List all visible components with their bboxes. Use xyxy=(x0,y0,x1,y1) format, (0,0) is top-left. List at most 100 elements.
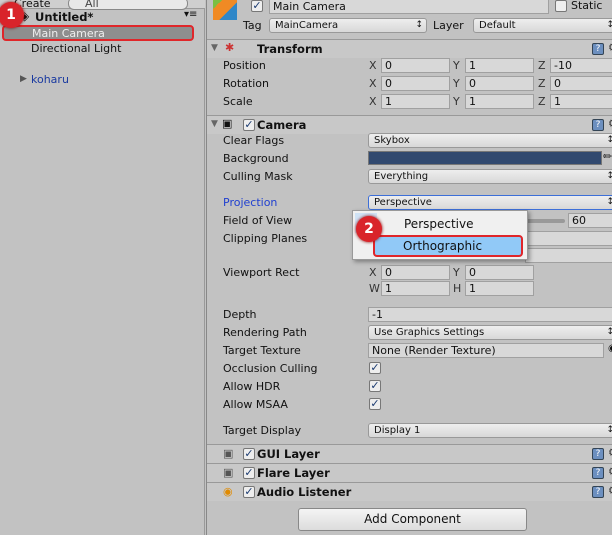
near-field[interactable] xyxy=(525,231,612,246)
axis-z-label: Z xyxy=(538,95,546,108)
transform-z-field[interactable]: 0 xyxy=(550,76,612,91)
menu-option-orthographic[interactable]: Orthographic xyxy=(373,235,523,257)
gear-icon[interactable]: ⚙ xyxy=(608,484,612,497)
gui-layer-icon: ▣ xyxy=(223,447,234,460)
gui-layer-checkbox[interactable]: ✓ xyxy=(243,448,255,460)
tag-dropdown[interactable]: MainCamera xyxy=(269,18,427,33)
rendering-path-label: Rendering Path xyxy=(223,326,307,339)
viewport-rect-label: Viewport Rect xyxy=(223,266,300,279)
transform-z-field[interactable]: 1 xyxy=(550,94,612,109)
hierarchy-item-koharu[interactable]: koharu xyxy=(31,73,69,86)
scene-name: Untitled* xyxy=(35,10,94,24)
fold-arrow-icon[interactable]: ▼ xyxy=(211,119,218,129)
hierarchy-item-directional-light[interactable]: Directional Light xyxy=(31,42,121,55)
viewport-y-field[interactable]: 0 xyxy=(465,265,534,280)
audio-listener-icon: ◉ xyxy=(223,485,233,498)
transform-row-label: Rotation xyxy=(223,77,270,90)
rendering-path-dropdown[interactable]: Use Graphics Settings xyxy=(368,325,612,340)
camera-icon: ▣ xyxy=(222,117,233,130)
gear-icon[interactable]: ⚙ xyxy=(608,41,612,54)
viewport-w-field[interactable]: 1 xyxy=(381,281,450,296)
clear-flags-dropdown[interactable]: Skybox xyxy=(368,133,612,148)
camera-header[interactable]: ▼ ▣ ✓ Camera ? ⚙ xyxy=(207,115,612,134)
transform-y-field[interactable]: 1 xyxy=(465,94,534,109)
scene-header[interactable]: ◈ Untitled* ▾≡ xyxy=(0,8,205,25)
fold-arrow-icon[interactable]: ▼ xyxy=(211,43,218,53)
axis-x-label: X xyxy=(369,266,377,279)
clipping-planes-label: Clipping Planes xyxy=(223,232,308,245)
hierarchy-item-main-camera[interactable]: Main Camera xyxy=(2,25,194,41)
inspector-panel: ✓ Main Camera Static Tag MainCamera Laye… xyxy=(206,0,612,535)
gear-icon[interactable]: ⚙ xyxy=(608,465,612,478)
name-field[interactable]: Main Camera xyxy=(269,0,549,14)
viewport-x-field[interactable]: 0 xyxy=(381,265,450,280)
help-icon[interactable]: ? xyxy=(592,467,604,479)
camera-enabled-checkbox[interactable]: ✓ xyxy=(243,119,255,131)
allow-msaa-checkbox[interactable]: ✓ xyxy=(369,398,381,410)
layer-label: Layer xyxy=(433,19,464,32)
occlusion-culling-checkbox[interactable]: ✓ xyxy=(369,362,381,374)
depth-label: Depth xyxy=(223,308,257,321)
flare-layer-title: Flare Layer xyxy=(257,466,330,480)
tag-label: Tag xyxy=(243,19,262,32)
transform-header[interactable]: ▼ ✱ Transform ? ⚙ xyxy=(207,39,612,58)
fov-field[interactable]: 60 xyxy=(568,213,612,228)
axis-x-label: X xyxy=(369,77,377,90)
projection-dropdown[interactable]: Perspective xyxy=(368,195,612,210)
active-checkbox[interactable]: ✓ xyxy=(251,0,263,12)
help-icon[interactable]: ? xyxy=(592,43,604,55)
object-picker-icon[interactable]: ◉ xyxy=(608,343,612,354)
gui-layer-title: GUI Layer xyxy=(257,447,320,461)
axis-y-label: Y xyxy=(453,59,460,72)
transform-x-field[interactable]: 0 xyxy=(381,58,450,73)
transform-y-field[interactable]: 0 xyxy=(465,76,534,91)
audio-listener-header[interactable]: ◉ ✓Audio Listener? ⚙ xyxy=(207,482,612,501)
layer-dropdown[interactable]: Default xyxy=(473,18,612,33)
transform-x-field[interactable]: 1 xyxy=(381,94,450,109)
expand-arrow-icon[interactable]: ▶ xyxy=(20,74,27,84)
help-icon[interactable]: ? xyxy=(592,486,604,498)
depth-field[interactable]: -1 xyxy=(368,307,612,322)
help-icon[interactable]: ? xyxy=(592,119,604,131)
axis-h-label: H xyxy=(453,282,462,295)
camera-title: Camera xyxy=(257,118,307,132)
gear-icon[interactable]: ⚙ xyxy=(608,446,612,459)
step-badge-2: 2 xyxy=(356,216,382,242)
axis-x-label: X xyxy=(369,59,377,72)
gui-layer-header[interactable]: ▣ ✓GUI Layer? ⚙ xyxy=(207,444,612,463)
menu-option-perspective[interactable]: Perspective xyxy=(404,217,474,231)
allow-hdr-label: Allow HDR xyxy=(223,380,281,393)
axis-z-label: Z xyxy=(538,77,546,90)
culling-mask-label: Culling Mask xyxy=(223,170,293,183)
target-display-dropdown[interactable]: Display 1 xyxy=(368,423,612,438)
transform-row-label: Scale xyxy=(223,95,253,108)
far-field[interactable] xyxy=(525,248,612,263)
transform-z-field[interactable]: -10 xyxy=(550,58,612,73)
add-component-button[interactable]: Add Component xyxy=(298,508,527,531)
clear-flags-label: Clear Flags xyxy=(223,134,285,147)
static-checkbox[interactable] xyxy=(555,0,567,12)
audio-listener-checkbox[interactable]: ✓ xyxy=(243,486,255,498)
flare-layer-checkbox[interactable]: ✓ xyxy=(243,467,255,479)
axis-z-label: Z xyxy=(538,59,546,72)
axis-x-label: X xyxy=(369,95,377,108)
occlusion-culling-label: Occlusion Culling xyxy=(223,362,318,375)
culling-mask-dropdown[interactable]: Everything xyxy=(368,169,612,184)
flare-layer-header[interactable]: ▣ ✓Flare Layer? ⚙ xyxy=(207,463,612,482)
gear-icon[interactable]: ⚙ xyxy=(608,117,612,130)
item-label: Main Camera xyxy=(32,27,105,40)
hierarchy-panel: Create All ◈ Untitled* ▾≡ Main Camera Di… xyxy=(0,0,205,535)
allow-hdr-checkbox[interactable]: ✓ xyxy=(369,380,381,392)
viewport-h-field[interactable]: 1 xyxy=(465,281,534,296)
help-icon[interactable]: ? xyxy=(592,448,604,460)
eyedropper-icon[interactable]: ✏ xyxy=(603,150,612,163)
transform-x-field[interactable]: 0 xyxy=(381,76,450,91)
static-label: Static xyxy=(571,0,603,12)
axis-w-label: W xyxy=(369,282,380,295)
background-color-swatch[interactable] xyxy=(368,151,602,165)
menu-icon[interactable]: ▾≡ xyxy=(184,9,197,20)
axis-y-label: Y xyxy=(453,95,460,108)
audio-listener-title: Audio Listener xyxy=(257,485,352,499)
target-texture-field[interactable]: None (Render Texture) xyxy=(368,343,604,358)
transform-y-field[interactable]: 1 xyxy=(465,58,534,73)
